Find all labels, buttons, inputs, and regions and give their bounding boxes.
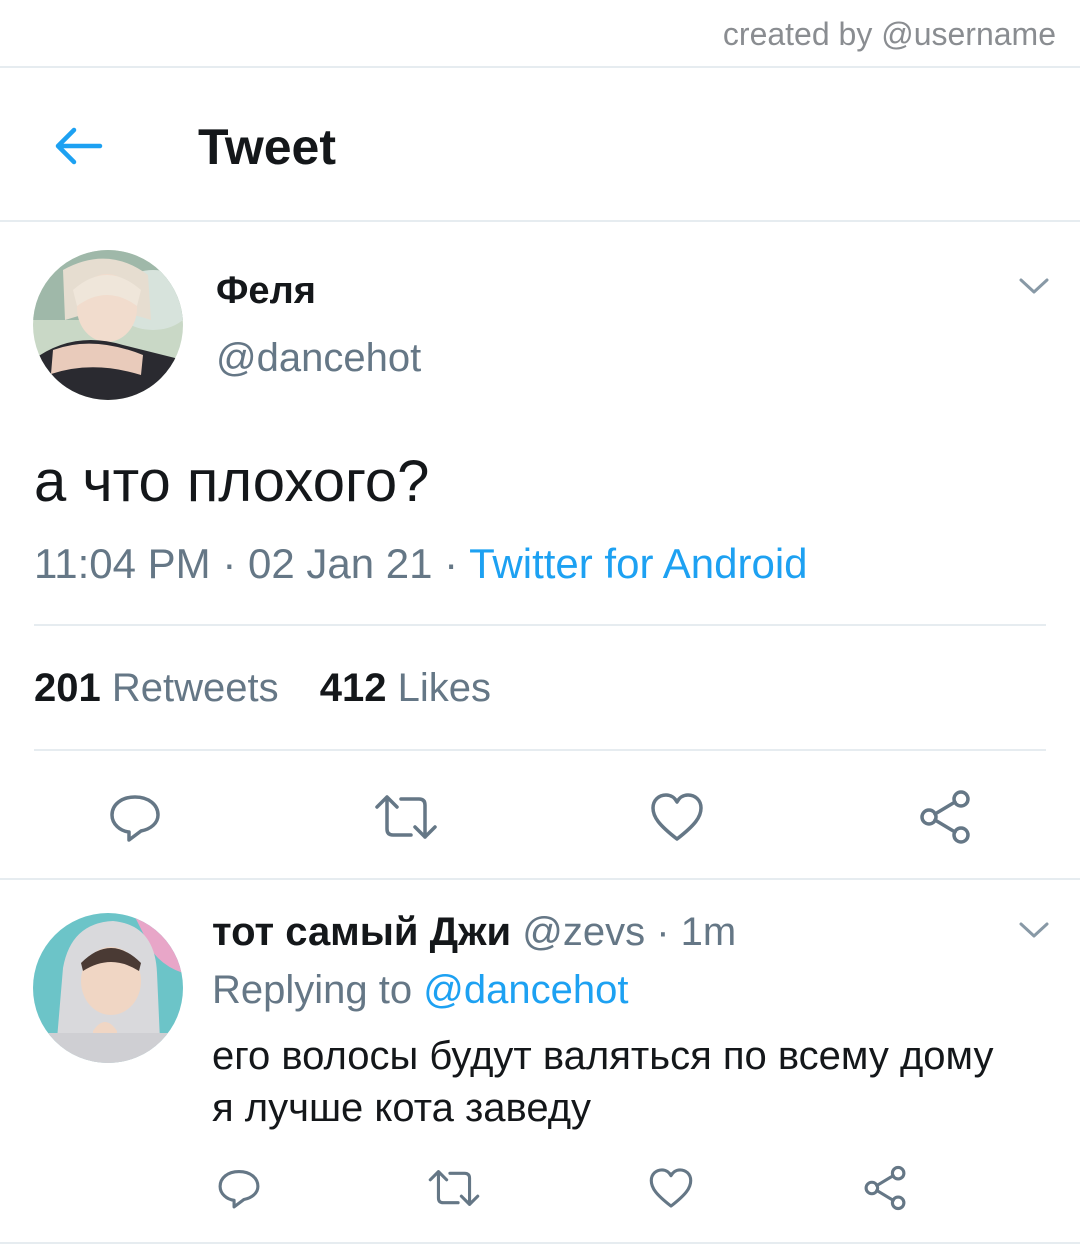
header: Tweet xyxy=(0,68,1080,222)
share-icon xyxy=(920,790,970,844)
reply-header: тот самый Джи @zevs · 1m xyxy=(212,910,737,954)
reply-menu-button[interactable] xyxy=(1018,920,1050,945)
tweet-stats: 201 Retweets 412 Likes xyxy=(34,666,521,711)
tweet-date: 02 Jan 21 xyxy=(247,540,433,587)
replying-mention-link[interactable]: @dancehot xyxy=(423,968,628,1012)
display-name[interactable]: Феля xyxy=(216,270,316,313)
like-icon xyxy=(649,1168,693,1208)
likes-label: Likes xyxy=(397,666,492,710)
retweets-label: Retweets xyxy=(111,666,279,710)
credit-bar: created by @username xyxy=(0,0,1080,68)
like-icon xyxy=(651,793,703,841)
tweet-time: 11:04 PM xyxy=(34,540,211,587)
credit-text: created by @username xyxy=(722,16,1056,52)
reply-icon xyxy=(218,1170,260,1209)
retweets-stat[interactable]: 201 Retweets xyxy=(34,666,279,710)
retweets-count: 201 xyxy=(34,666,101,710)
back-button[interactable] xyxy=(40,108,116,184)
reply-handle[interactable]: @zevs xyxy=(522,910,645,954)
arrow-left-icon xyxy=(55,127,103,165)
main-tweet: Феля @dancehot а что плохого? 11:04 PM ·… xyxy=(0,222,1080,880)
tweet-menu-button[interactable] xyxy=(1018,276,1050,301)
reply-time: 1m xyxy=(680,910,737,954)
chevron-down-icon xyxy=(1019,922,1049,938)
chevron-down-icon xyxy=(1019,278,1049,294)
retweet-button[interactable] xyxy=(424,1158,484,1218)
reply-text: его волосы будут валяться по всему дому … xyxy=(212,1030,994,1134)
share-button[interactable] xyxy=(858,1158,912,1218)
reply-button[interactable] xyxy=(212,1158,266,1218)
replying-label: Replying to xyxy=(212,968,413,1012)
reply-tweet[interactable]: тот самый Джи @zevs · 1m Replying to @da… xyxy=(0,880,1080,1244)
reply-button[interactable] xyxy=(100,782,170,852)
tweet-source-link[interactable]: Twitter for Android xyxy=(469,540,807,587)
user-handle[interactable]: @dancehot xyxy=(216,336,421,381)
avatar[interactable] xyxy=(33,250,183,400)
like-button[interactable] xyxy=(644,782,710,852)
like-button[interactable] xyxy=(644,1158,698,1218)
divider xyxy=(34,749,1046,751)
tweet-meta: 11:04 PM · 02 Jan 21 · Twitter for Andro… xyxy=(34,540,808,587)
page-title: Tweet xyxy=(198,119,336,175)
reply-text-line: я лучше кота заведу xyxy=(212,1086,592,1130)
reply-display-name[interactable]: тот самый Джи xyxy=(212,910,511,954)
share-button[interactable] xyxy=(912,782,978,852)
likes-stat[interactable]: 412 Likes xyxy=(320,666,491,710)
retweet-button[interactable] xyxy=(368,782,444,852)
share-icon xyxy=(864,1165,906,1211)
tweet-text: а что плохого? xyxy=(34,449,430,514)
retweet-icon xyxy=(375,795,437,839)
divider xyxy=(34,624,1046,626)
avatar[interactable] xyxy=(33,913,183,1063)
reply-text-line: его волосы будут валяться по всему дому xyxy=(212,1034,994,1078)
reply-icon xyxy=(110,795,160,842)
likes-count: 412 xyxy=(319,666,387,710)
replying-to: Replying to @dancehot xyxy=(212,968,628,1013)
retweet-icon xyxy=(428,1170,480,1206)
